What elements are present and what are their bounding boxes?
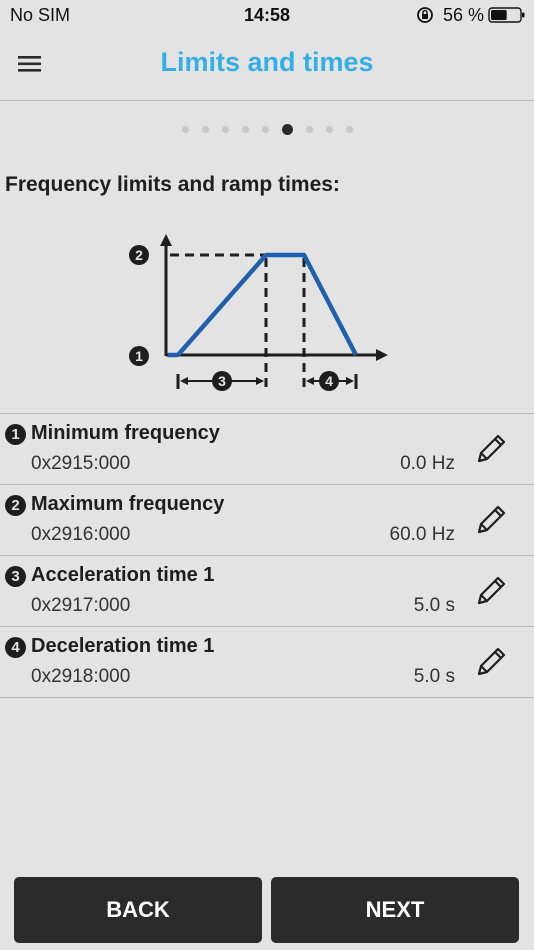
parameter-title: Maximum frequency — [31, 493, 225, 515]
next-button[interactable]: NEXT — [271, 877, 519, 943]
parameter-value: 0.0 Hz — [400, 453, 455, 474]
parameter-row-deceleration-time: 4 Deceleration time 1 0x2918:000 5.0 s — [0, 627, 534, 698]
back-button[interactable]: BACK — [14, 877, 262, 943]
pencil-icon[interactable] — [467, 566, 513, 616]
orientation-lock-icon — [417, 7, 433, 23]
page-dot — [305, 125, 313, 133]
parameter-title: Acceleration time 1 — [31, 564, 215, 586]
parameter-address: 0x2915:000 — [31, 453, 131, 474]
section-heading: Frequency limits and ramp times: — [5, 173, 340, 196]
parameter-value: 5.0 s — [413, 595, 455, 616]
parameter-title: Deceleration time 1 — [31, 635, 215, 657]
ramp-diagram: 2 1 3 4 — [129, 234, 388, 391]
page-dot — [201, 125, 209, 133]
page-dot — [325, 125, 333, 133]
parameter-value: 5.0 s — [413, 666, 455, 687]
page-dot — [261, 125, 269, 133]
parameter-list: 1 Minimum frequency 0x2915:000 0.0 Hz 2 … — [0, 413, 534, 698]
parameter-number-badge: 4 — [5, 637, 26, 658]
parameter-number-badge: 1 — [5, 424, 26, 445]
parameter-address: 0x2918:000 — [31, 666, 131, 687]
page-indicator — [0, 122, 534, 136]
pencil-icon[interactable] — [467, 424, 513, 474]
parameter-number-badge: 2 — [5, 495, 26, 516]
parameter-row-minimum-frequency: 1 Minimum frequency 0x2915:000 0.0 Hz — [0, 414, 534, 485]
battery-percent-label: 56 % — [443, 5, 485, 25]
top-navigation-bar: Limits and times — [0, 30, 534, 101]
svg-text:2: 2 — [135, 247, 143, 263]
parameter-row-maximum-frequency: 2 Maximum frequency 0x2916:000 60.0 Hz — [0, 485, 534, 556]
diagram-marker-2: 2 — [129, 245, 149, 265]
svg-text:3: 3 — [218, 373, 226, 389]
diagram-marker-1: 1 — [129, 346, 149, 366]
parameter-address: 0x2916:000 — [31, 524, 131, 545]
page-title: Limits and times — [160, 47, 374, 77]
pencil-icon[interactable] — [467, 495, 513, 545]
parameter-row-acceleration-time: 3 Acceleration time 1 0x2917:000 5.0 s — [0, 556, 534, 627]
parameter-title: Minimum frequency — [31, 422, 220, 444]
parameter-number-badge: 3 — [5, 566, 26, 587]
page-dot — [241, 125, 249, 133]
diagram-marker-4: 4 — [319, 371, 339, 391]
battery-icon — [488, 7, 525, 23]
page-dot — [221, 125, 229, 133]
page-dot-active — [281, 123, 293, 135]
status-bar: No SIM 14:58 56 % — [0, 0, 534, 30]
parameter-value: 60.0 Hz — [389, 524, 455, 545]
y-axis-arrow — [160, 234, 172, 246]
page-dot — [181, 125, 189, 133]
svg-text:1: 1 — [135, 348, 143, 364]
diagram-marker-3: 3 — [212, 371, 232, 391]
x-axis-arrow — [376, 349, 388, 361]
pencil-icon[interactable] — [467, 637, 513, 687]
parameter-address: 0x2917:000 — [31, 595, 131, 616]
page-dot — [345, 125, 353, 133]
svg-text:4: 4 — [325, 373, 333, 389]
